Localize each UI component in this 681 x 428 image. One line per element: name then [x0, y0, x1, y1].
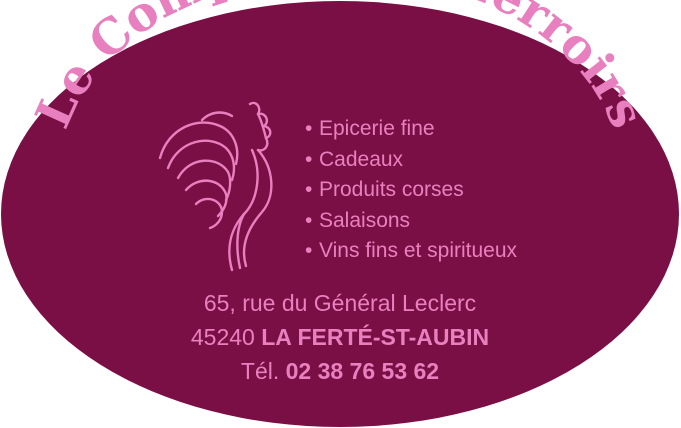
phone-line: Tél. 02 38 76 53 62: [120, 354, 560, 388]
address-block: 65, rue du Général Leclerc 45240 LA FERT…: [120, 286, 560, 388]
list-item: • Epicerie fine: [305, 114, 517, 145]
list-item: • Salaisons: [305, 206, 517, 237]
bullet-icon: •: [305, 178, 313, 201]
product-label: Produits corses: [319, 178, 464, 201]
product-label: Cadeaux: [319, 147, 404, 171]
bullet-icon: •: [305, 117, 313, 140]
product-label: Vins fins et spiritueux: [319, 239, 518, 262]
product-label: Epicerie fine: [319, 117, 435, 140]
postal-code: 45240: [190, 324, 255, 350]
bullet-icon: •: [305, 239, 313, 262]
product-label: Salaisons: [319, 208, 411, 232]
list-item: • Cadeaux: [305, 145, 517, 176]
product-list: • Epicerie fine • Cadeaux • Produits corses…: [305, 114, 517, 267]
street-address: 65, rue du Général Leclerc: [203, 290, 477, 316]
phone-label: Tél.: [240, 358, 280, 384]
phone-number: 02 38 76 53 62: [285, 358, 440, 384]
bullet-icon: •: [305, 147, 313, 171]
list-item: • Produits corses: [305, 175, 517, 206]
city-line: 45240 LA FERTÉ-ST-AUBIN: [120, 320, 560, 354]
city-name: LA FERTÉ-ST-AUBIN: [261, 324, 490, 350]
list-item: • Vins fins et spiritueux: [305, 236, 517, 267]
bullet-icon: •: [305, 208, 313, 232]
